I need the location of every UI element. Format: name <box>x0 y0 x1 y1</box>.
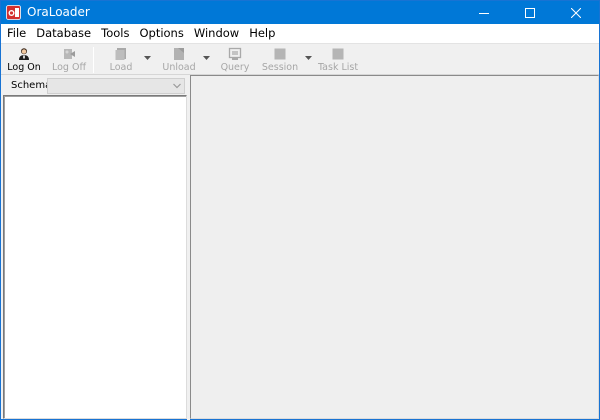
schema-select[interactable] <box>47 78 185 94</box>
session-label: Session <box>261 62 299 73</box>
unload-dropdown-arrow-icon[interactable] <box>203 56 210 61</box>
log-on-label: Log On <box>7 62 41 73</box>
menu-window[interactable]: Window <box>189 24 244 43</box>
unload-button[interactable]: Unload <box>162 46 196 74</box>
session-button[interactable]: Session <box>261 46 299 74</box>
query-icon <box>228 47 242 60</box>
load-button[interactable]: Load <box>107 46 135 74</box>
maximize-button[interactable] <box>507 1 553 24</box>
log-off-button[interactable]: Log Off <box>51 46 87 74</box>
menu-tools[interactable]: Tools <box>96 24 134 43</box>
logoff-icon <box>64 49 75 59</box>
task-list-icon <box>332 48 344 60</box>
log-off-label: Log Off <box>51 62 86 73</box>
load-label: Load <box>109 62 133 73</box>
chevron-down-icon <box>173 83 181 89</box>
minimize-button[interactable] <box>461 1 507 24</box>
close-icon <box>571 7 581 18</box>
menu-bar: File Database Tools Options Window Help <box>1 24 599 43</box>
unload-label: Unload <box>162 62 196 73</box>
menu-help[interactable]: Help <box>244 24 280 43</box>
maximize-icon <box>525 7 535 18</box>
title-bar[interactable]: OraLoader <box>1 1 599 24</box>
workspace-panel <box>190 75 599 419</box>
task-list-button[interactable]: Task List <box>317 46 359 74</box>
window-title: OraLoader <box>27 5 90 19</box>
query-label: Query <box>220 62 250 73</box>
schema-row: Schema <box>1 76 187 94</box>
load-dropdown-arrow-icon[interactable] <box>144 56 151 61</box>
menu-file[interactable]: File <box>1 24 31 43</box>
minimize-icon <box>479 12 489 14</box>
app-window: OraLoader File Database Tools Options Wi… <box>0 0 600 420</box>
schema-label: Schema <box>11 80 52 91</box>
user-icon <box>19 48 29 60</box>
unload-icon <box>174 48 184 60</box>
menu-options[interactable]: Options <box>134 24 188 43</box>
log-on-button[interactable]: Log On <box>7 46 41 74</box>
toolbar-separator <box>93 47 94 73</box>
session-dropdown-arrow-icon[interactable] <box>305 56 312 61</box>
task-list-label: Task List <box>317 62 359 73</box>
toolbar: Log On Log Off Load Unload Query Session… <box>1 43 599 75</box>
close-button[interactable] <box>553 1 599 24</box>
query-button[interactable]: Query <box>221 46 249 74</box>
load-icon <box>115 48 126 60</box>
app-logo-icon <box>6 5 21 20</box>
session-icon <box>274 48 286 60</box>
schema-tree-panel[interactable] <box>3 95 187 419</box>
menu-database[interactable]: Database <box>31 24 96 43</box>
